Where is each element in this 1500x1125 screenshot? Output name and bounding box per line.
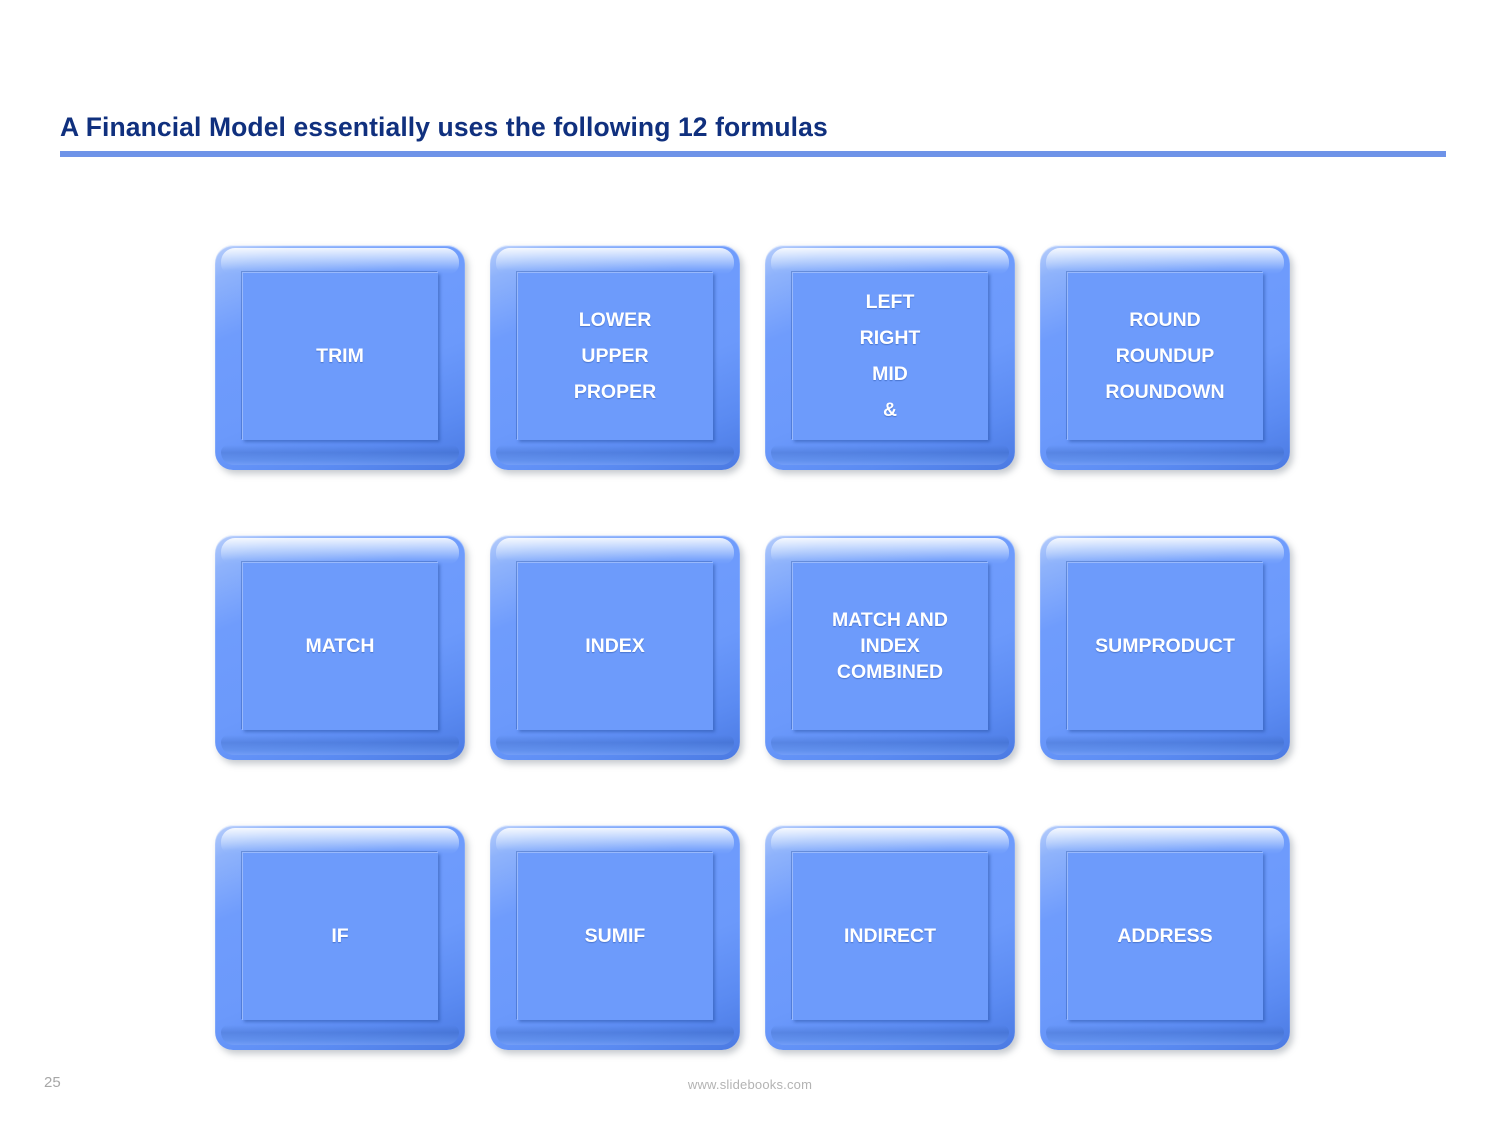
formula-box-face: SUMIF <box>517 852 713 1020</box>
formula-box-face: LEFT RIGHT MID & <box>792 272 988 440</box>
formula-label: MATCH AND INDEX COMBINED <box>826 607 954 685</box>
formula-label-line: MID <box>872 363 908 385</box>
formula-box-face: LOWER UPPER PROPER <box>517 272 713 440</box>
formula-label-line: IF <box>331 925 349 947</box>
formula-label: INDIRECT <box>838 918 942 954</box>
formula-box-face: IF <box>242 852 438 1020</box>
formula-label-line: LOWER <box>578 309 652 331</box>
formula-label-line: INDEX <box>860 635 920 657</box>
formula-box-lower-upper-proper[interactable]: LOWER UPPER PROPER <box>490 245 740 470</box>
formula-label-line: MATCH <box>305 635 375 657</box>
formula-label-line: COMBINED <box>836 661 944 683</box>
title-underline-rule <box>60 151 1446 157</box>
formula-box-left-right-mid-amp[interactable]: LEFT RIGHT MID & <box>765 245 1015 470</box>
formula-box-address[interactable]: ADDRESS <box>1040 825 1290 1050</box>
formula-box-face: INDIRECT <box>792 852 988 1020</box>
formula-grid: TRIM LOWER UPPER PROPER LEFT RIGHT MID & ROUND RO… <box>215 245 1290 1050</box>
formula-label: LOWER UPPER PROPER <box>568 302 662 410</box>
formula-label-line: INDIRECT <box>843 925 937 947</box>
formula-box-round-group[interactable]: ROUND ROUNDUP ROUNDOWN <box>1040 245 1290 470</box>
formula-box-indirect[interactable]: INDIRECT <box>765 825 1015 1050</box>
formula-label-line: UPPER <box>581 345 649 367</box>
formula-box-sumif[interactable]: SUMIF <box>490 825 740 1050</box>
formula-label-line: SUMIF <box>584 925 646 947</box>
title-block: A Financial Model essentially uses the f… <box>60 110 1450 157</box>
formula-label-line: ROUNDUP <box>1115 345 1215 367</box>
formula-box-face: SUMPRODUCT <box>1067 562 1263 730</box>
formula-label-line: RIGHT <box>859 327 921 349</box>
formula-label: IF <box>325 918 354 954</box>
formula-box-face: ROUND ROUNDUP ROUNDOWN <box>1067 272 1263 440</box>
formula-label-line: MATCH AND <box>832 609 948 631</box>
formula-label: SUMIF <box>579 918 652 954</box>
formula-box-face: MATCH <box>242 562 438 730</box>
formula-box-index[interactable]: INDEX <box>490 535 740 760</box>
formula-label-line: & <box>882 399 898 421</box>
formula-box-face: INDEX <box>517 562 713 730</box>
formula-box-match[interactable]: MATCH <box>215 535 465 760</box>
formula-label-line: INDEX <box>585 635 645 657</box>
formula-label: ADDRESS <box>1111 918 1218 954</box>
formula-label: TRIM <box>310 338 370 374</box>
formula-box-if[interactable]: IF <box>215 825 465 1050</box>
formula-label-line: ROUNDOWN <box>1105 381 1225 403</box>
slide-canvas: A Financial Model essentially uses the f… <box>0 0 1500 1125</box>
formula-label-line: TRIM <box>316 345 364 367</box>
formula-box-face: ADDRESS <box>1067 852 1263 1020</box>
formula-label: LEFT RIGHT MID & <box>854 284 927 428</box>
formula-box-face: MATCH AND INDEX COMBINED <box>792 562 988 730</box>
page-title: A Financial Model essentially uses the f… <box>60 112 828 142</box>
formula-box-trim[interactable]: TRIM <box>215 245 465 470</box>
formula-label: ROUND ROUNDUP ROUNDOWN <box>1099 302 1230 410</box>
formula-label-line: LEFT <box>865 291 915 313</box>
formula-label-line: ADDRESS <box>1117 925 1213 947</box>
formula-label: SUMPRODUCT <box>1089 628 1241 664</box>
formula-label-line: SUMPRODUCT <box>1095 635 1235 657</box>
formula-label-line: PROPER <box>573 381 657 403</box>
formula-label: INDEX <box>579 628 651 664</box>
formula-box-match-index-combined[interactable]: MATCH AND INDEX COMBINED <box>765 535 1015 760</box>
formula-box-face: TRIM <box>242 272 438 440</box>
formula-label: MATCH <box>300 628 381 664</box>
formula-box-sumproduct[interactable]: SUMPRODUCT <box>1040 535 1290 760</box>
footer-url: www.slidebooks.com <box>687 1077 813 1092</box>
formula-label-line: ROUND <box>1129 309 1201 331</box>
